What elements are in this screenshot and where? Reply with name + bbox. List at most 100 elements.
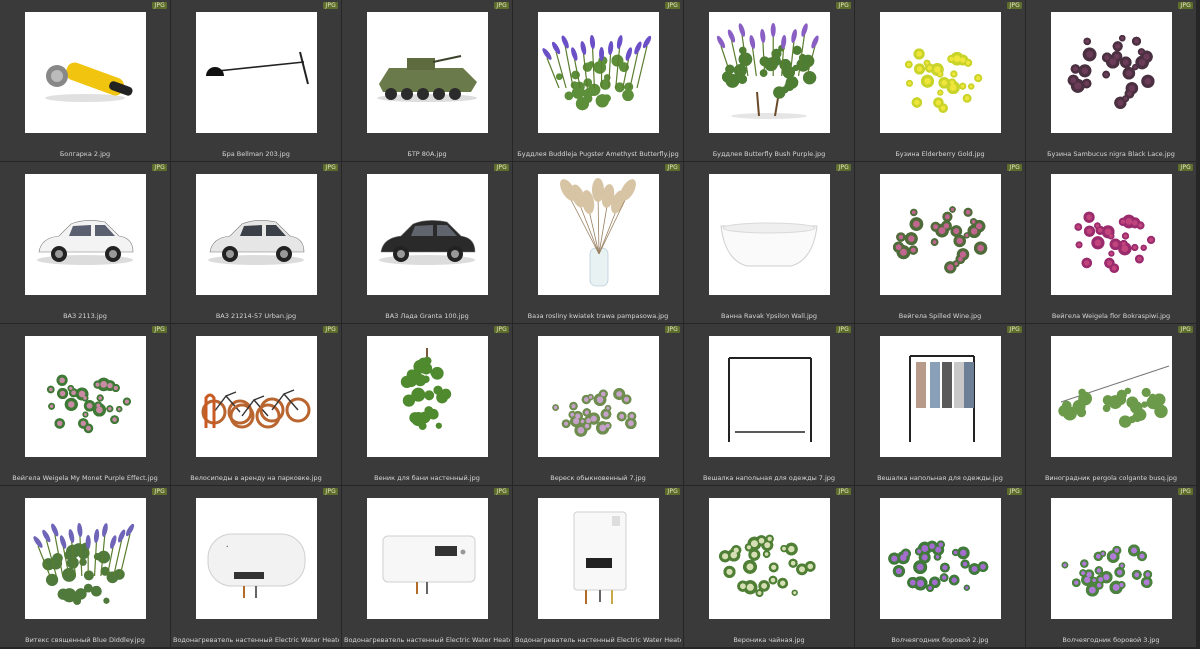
thumbnail-image[interactable]: [709, 12, 830, 133]
thumbnail-image[interactable]: [538, 336, 659, 457]
file-name-label: Вейгела Spilled Wine.jpg: [898, 312, 982, 320]
file-type-badge: JPG: [152, 2, 167, 9]
file-name-label: ВАЗ 2113.jpg: [63, 312, 107, 320]
thumbnail-tile[interactable]: JPG Вейгела Weigela My Monet Purple Effec…: [0, 324, 170, 485]
file-type-badge: JPG: [152, 164, 167, 171]
thumbnail-tile[interactable]: JPG Буддлея Buddleja Pugster Amethyst But…: [513, 0, 683, 161]
purple-flower-shrub-icon: [709, 12, 830, 133]
file-name-label: Волчеягодник боровой 2.jpg: [891, 636, 989, 644]
thumbnail-image[interactable]: [709, 336, 830, 457]
thumbnail-tile[interactable]: JPG Волчеягодник боровой 2.jpg: [855, 486, 1025, 647]
thumbnail-image[interactable]: [1051, 12, 1172, 133]
thumbnail-tile[interactable]: JPG Вероника чайная.jpg: [684, 486, 854, 647]
pink-green-shrub-icon: [25, 336, 146, 457]
file-type-badge: JPG: [836, 2, 851, 9]
thumbnail-tile[interactable]: JPG Вереск обыкновенный 7.jpg: [513, 324, 683, 485]
thumbnail-tile[interactable]: JPG Ванна Ravak Ypsilon Wall.jpg: [684, 162, 854, 323]
armored-vehicle-icon: [367, 12, 488, 133]
file-name-label: Буддлея Butterfly Bush Purple.jpg: [712, 150, 826, 158]
file-type-badge: JPG: [665, 164, 680, 171]
thumbnail-image[interactable]: [880, 174, 1001, 295]
thumbnail-image[interactable]: [196, 174, 317, 295]
thumbnail-tile[interactable]: JPG Ваза rosliny kwiatek trawa pampasowa.…: [513, 162, 683, 323]
bathtub-icon: [709, 174, 830, 295]
thumbnail-image[interactable]: [25, 336, 146, 457]
file-name-label: Водонагреватель настенный Electric Water…: [344, 636, 510, 644]
file-name-label: Бузина Sambucus nigra Black Lace.jpg: [1047, 150, 1175, 158]
thumbnail-image[interactable]: [367, 174, 488, 295]
thumbnail-image[interactable]: [367, 12, 488, 133]
thumbnail-tile[interactable]: JPG Вейгела Spilled Wine.jpg: [855, 162, 1025, 323]
thumbnail-image[interactable]: [880, 12, 1001, 133]
thumbnail-image[interactable]: [196, 336, 317, 457]
white-suv-icon: [196, 174, 317, 295]
thumbnail-tile[interactable]: JPG Волчеягодник боровой 3.jpg: [1026, 486, 1196, 647]
thumbnail-image[interactable]: [538, 174, 659, 295]
thumbnail-image[interactable]: [25, 498, 146, 619]
thumbnail-image[interactable]: [25, 174, 146, 295]
thumbnail-tile[interactable]: JPG Болгарка 2.jpg: [0, 0, 170, 161]
thumbnail-tile[interactable]: JPG ВАЗ 2113.jpg: [0, 162, 170, 323]
thumbnail-tile[interactable]: JPG Водонагреватель настенный Electric W…: [513, 486, 683, 647]
file-type-badge: JPG: [665, 488, 680, 495]
file-name-label: Вешалка напольная для одежды 7.jpg: [702, 474, 836, 482]
file-name-label: Веник для бани настенный.jpg: [374, 474, 480, 482]
thumbnail-tile[interactable]: JPG ВАЗ Лада Granta 100.jpg: [342, 162, 512, 323]
water-heater-flat-icon: [367, 498, 488, 619]
file-type-badge: JPG: [323, 326, 338, 333]
thumbnail-image[interactable]: [538, 12, 659, 133]
thumbnail-tile[interactable]: JPG Веник для бани настенный.jpg: [342, 324, 512, 485]
thumbnail-image[interactable]: [25, 12, 146, 133]
thumbnail-image[interactable]: [367, 498, 488, 619]
water-heater-round-icon: •: [196, 498, 317, 619]
file-type-badge: JPG: [836, 488, 851, 495]
thumbnail-tile[interactable]: JPG Вейгела Weigela flor Bokraspiwi.jpg: [1026, 162, 1196, 323]
purple-groundcover-2-icon: [1051, 498, 1172, 619]
clothes-rack-with-clothes-icon: [880, 336, 1001, 457]
white-hatchback-icon: [25, 174, 146, 295]
file-type-badge: JPG: [494, 2, 509, 9]
thumbnail-image[interactable]: [1051, 336, 1172, 457]
file-name-label: Вейгела Weigela My Monet Purple Effect.j…: [12, 474, 158, 482]
file-type-badge: JPG: [323, 164, 338, 171]
file-type-badge: JPG: [836, 164, 851, 171]
thumbnail-tile[interactable]: JPG Водонагреватель настенный Electric W…: [342, 486, 512, 647]
yellow-shrub-icon: [880, 12, 1001, 133]
thumbnail-image[interactable]: [880, 336, 1001, 457]
green-groundcover-icon: [709, 498, 830, 619]
thumbnail-tile[interactable]: JPG Вешалка напольная для одежды 7.jpg: [684, 324, 854, 485]
thumbnail-image[interactable]: [709, 498, 830, 619]
file-name-label: Вешалка напольная для одежды.jpg: [877, 474, 1003, 482]
file-type-badge: JPG: [494, 326, 509, 333]
file-type-badge: JPG: [152, 488, 167, 495]
thumbnail-image[interactable]: [367, 336, 488, 457]
thumbnail-tile[interactable]: JPG ВАЗ 21214-57 Urban.jpg: [171, 162, 341, 323]
thumbnail-image[interactable]: [1051, 174, 1172, 295]
thumbnail-tile[interactable]: JPG БТР 80А.jpg: [342, 0, 512, 161]
thumbnail-tile[interactable]: JPG Велосипеды в аренду на парковке.jpg: [171, 324, 341, 485]
thumbnail-tile[interactable]: JPG • Водонагреватель настенный Electric…: [171, 486, 341, 647]
thumbnail-tile[interactable]: JPG Буддлея Butterfly Bush Purple.jpg: [684, 0, 854, 161]
file-name-label: Бра Bellman 203.jpg: [222, 150, 290, 158]
angle-grinder-icon: [25, 12, 146, 133]
file-name-label: ВАЗ Лада Granta 100.jpg: [385, 312, 469, 320]
thumbnail-tile[interactable]: JPG Бра Bellman 203.jpg: [171, 0, 341, 161]
svg-text:•: •: [226, 544, 228, 549]
file-name-label: ВАЗ 21214-57 Urban.jpg: [215, 312, 297, 320]
thumbnail-tile[interactable]: JPG Витекс священный Blue Diddley.jpg: [0, 486, 170, 647]
thumbnail-image[interactable]: [196, 12, 317, 133]
thumbnail-tile[interactable]: JPG Бузина Elderberry Gold.jpg: [855, 0, 1025, 161]
heather-icon: [538, 336, 659, 457]
thumbnail-image[interactable]: [538, 498, 659, 619]
file-name-label: Велосипеды в аренду на парковке.jpg: [190, 474, 322, 482]
thumbnail-image[interactable]: [880, 498, 1001, 619]
file-name-label: Буддлея Buddleja Pugster Amethyst Butter…: [517, 150, 679, 158]
thumbnail-image[interactable]: [709, 174, 830, 295]
thumbnail-tile[interactable]: JPG Бузина Sambucus nigra Black Lace.jpg: [1026, 0, 1196, 161]
thumbnail-tile[interactable]: JPG Вешалка напольная для одежды.jpg: [855, 324, 1025, 485]
gas-water-heater-icon: [538, 498, 659, 619]
thumbnail-image[interactable]: •: [196, 498, 317, 619]
thumbnail-tile[interactable]: JPG Виноградник pergola colgante busq.jpg: [1026, 324, 1196, 485]
thumbnail-image[interactable]: [1051, 498, 1172, 619]
file-name-label: Ванна Ravak Ypsilon Wall.jpg: [721, 312, 817, 320]
